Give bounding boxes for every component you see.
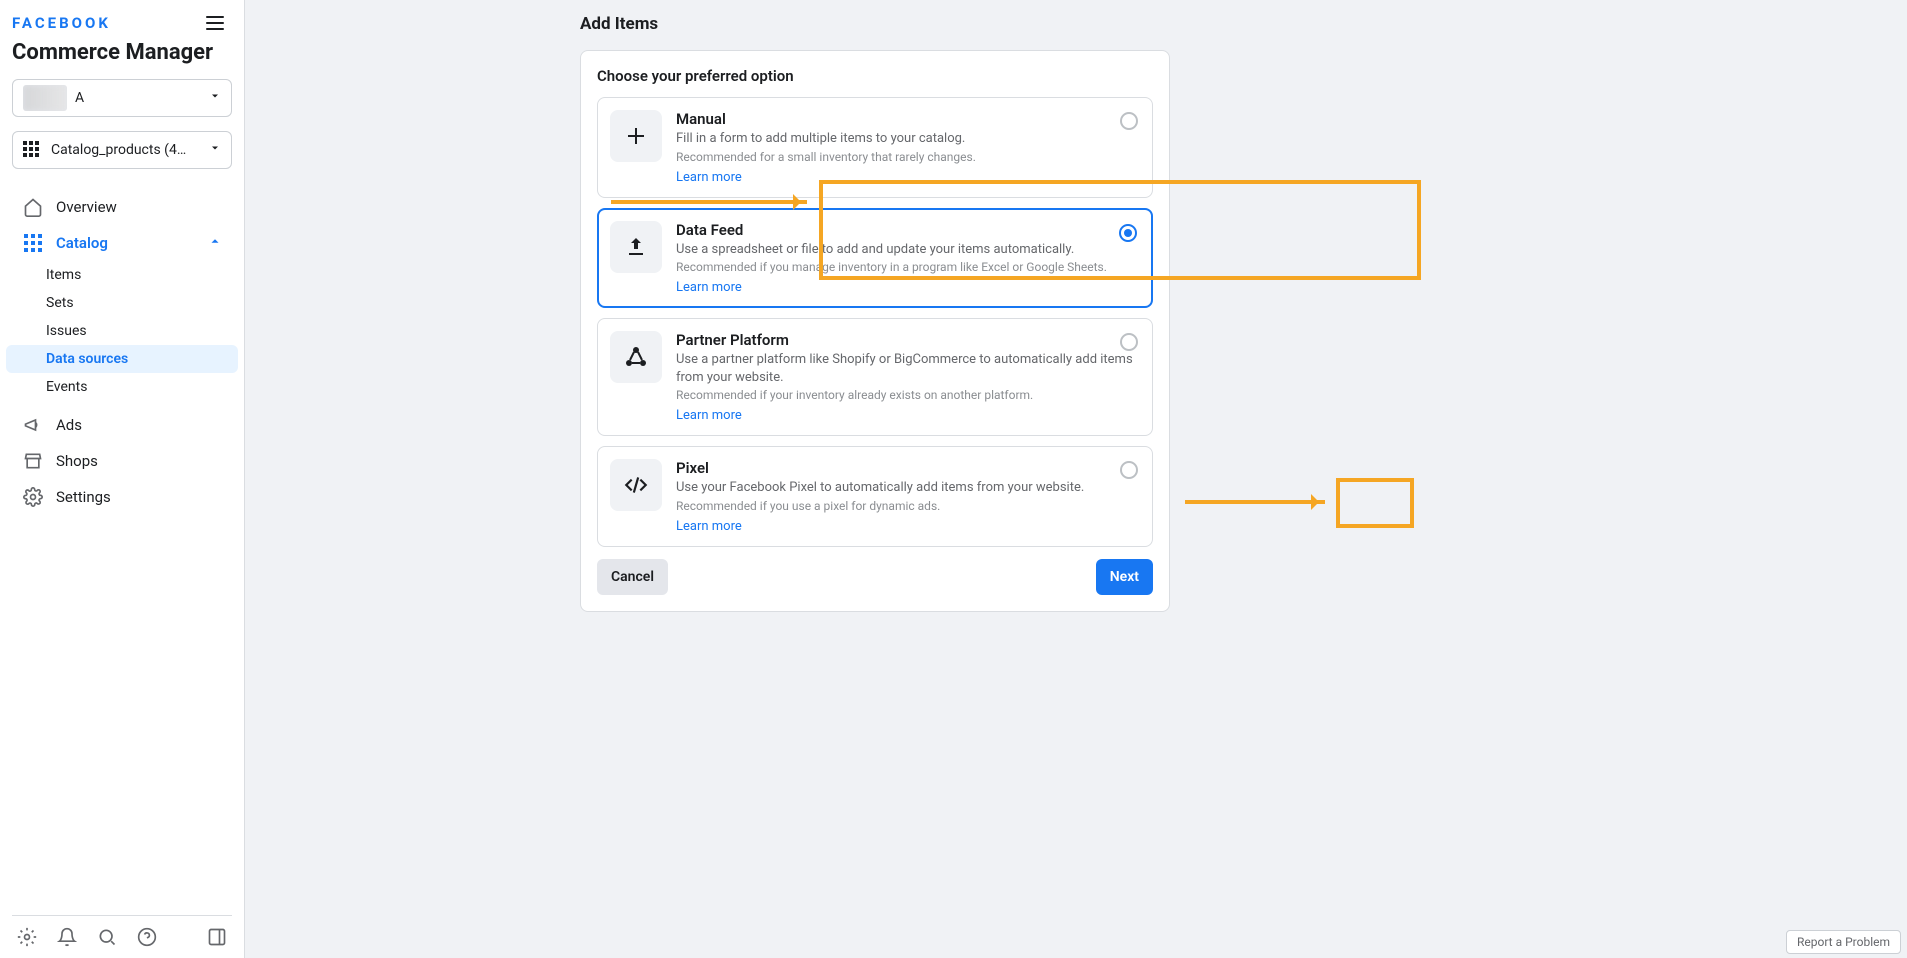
radio-button[interactable]	[1120, 112, 1138, 130]
nav-label: Catalog	[56, 234, 108, 252]
option-manual[interactable]: Manual Fill in a form to add multiple it…	[597, 97, 1153, 198]
account-thumb	[23, 85, 67, 111]
nav-label: Overview	[56, 198, 117, 216]
learn-more-link[interactable]: Learn more	[676, 519, 742, 534]
card-heading: Choose your preferred option	[597, 67, 1153, 85]
button-row: Cancel Next	[597, 559, 1153, 595]
home-icon	[22, 196, 44, 218]
nav-settings[interactable]: Settings	[6, 479, 238, 515]
account-selector[interactable]: A	[12, 79, 232, 117]
plus-icon	[610, 110, 662, 162]
radio-button[interactable]	[1119, 224, 1137, 242]
report-problem-button[interactable]: Report a Problem	[1786, 930, 1901, 954]
platform-icon	[610, 331, 662, 383]
option-rec: Recommended for a small inventory that r…	[676, 150, 1140, 164]
learn-more-link[interactable]: Learn more	[676, 408, 742, 423]
chevron-down-icon	[209, 142, 221, 158]
upload-icon	[610, 221, 662, 273]
menu-icon[interactable]	[202, 12, 228, 34]
option-rec: Recommended if your inventory already ex…	[676, 388, 1140, 402]
nav-label: Shops	[56, 452, 98, 470]
nav-label: Settings	[56, 488, 111, 506]
help-icon[interactable]	[136, 926, 158, 948]
option-desc: Use a spreadsheet or file to add and upd…	[676, 241, 1140, 259]
sidebar-nav: Overview Catalog Items Sets Issues Data …	[0, 183, 244, 915]
brand-label: FACEBOOK	[12, 14, 111, 32]
nav-shops[interactable]: Shops	[6, 443, 238, 479]
annotation-highlight-box	[1336, 478, 1414, 528]
catalog-label: Catalog_products (43461994...	[51, 142, 191, 158]
annotation-arrow	[611, 200, 807, 204]
option-rec: Recommended if you manage inventory in a…	[676, 260, 1140, 274]
megaphone-icon	[22, 414, 44, 436]
option-pixel[interactable]: Pixel Use your Facebook Pixel to automat…	[597, 446, 1153, 547]
option-desc: Use your Facebook Pixel to automatically…	[676, 479, 1140, 497]
chevron-up-icon	[208, 234, 222, 252]
grid-icon	[22, 232, 44, 254]
gear-icon[interactable]	[16, 926, 38, 948]
option-desc: Fill in a form to add multiple items to …	[676, 130, 1140, 148]
subnav-issues[interactable]: Issues	[6, 317, 238, 345]
option-rec: Recommended if you use a pixel for dynam…	[676, 499, 1140, 513]
content-title: Add Items	[580, 14, 1907, 34]
subnav-items[interactable]: Items	[6, 261, 238, 289]
search-icon[interactable]	[96, 926, 118, 948]
subnav-sets[interactable]: Sets	[6, 289, 238, 317]
catalog-selector[interactable]: Catalog_products (43461994...	[12, 131, 232, 169]
nav-ads[interactable]: Ads	[6, 407, 238, 443]
catalog-subnav: Items Sets Issues Data sources Events	[0, 261, 244, 401]
bell-icon[interactable]	[56, 926, 78, 948]
sidebar-footer	[12, 915, 232, 958]
nav-catalog[interactable]: Catalog	[6, 225, 238, 261]
gear-icon	[22, 486, 44, 508]
code-icon	[610, 459, 662, 511]
main-content: Add Items Choose your preferred option M…	[245, 0, 1907, 958]
option-partner-platform[interactable]: Partner Platform Use a partner platform …	[597, 318, 1153, 436]
cancel-button[interactable]: Cancel	[597, 559, 668, 595]
subnav-data-sources[interactable]: Data sources	[6, 345, 238, 373]
next-button[interactable]: Next	[1096, 559, 1153, 595]
panel-icon[interactable]	[206, 926, 228, 948]
radio-button[interactable]	[1120, 333, 1138, 351]
page-title: Commerce Manager	[12, 40, 228, 65]
grid-icon	[23, 141, 41, 159]
subnav-events[interactable]: Events	[6, 373, 238, 401]
sidebar: FACEBOOK Commerce Manager A Catalog_prod…	[0, 0, 245, 958]
option-title: Pixel	[676, 459, 1140, 477]
annotation-arrow	[1185, 500, 1325, 504]
option-desc: Use a partner platform like Shopify or B…	[676, 351, 1140, 386]
option-title: Partner Platform	[676, 331, 1140, 349]
learn-more-link[interactable]: Learn more	[676, 170, 742, 185]
nav-label: Ads	[56, 416, 82, 434]
nav-overview[interactable]: Overview	[6, 189, 238, 225]
shop-icon	[22, 450, 44, 472]
chevron-down-icon	[209, 90, 221, 106]
account-label: A	[75, 90, 84, 106]
option-title: Data Feed	[676, 221, 1140, 239]
option-title: Manual	[676, 110, 1140, 128]
option-data-feed[interactable]: Data Feed Use a spreadsheet or file to a…	[597, 208, 1153, 309]
learn-more-link[interactable]: Learn more	[676, 280, 742, 295]
sidebar-header: FACEBOOK Commerce Manager	[0, 0, 244, 65]
options-card: Choose your preferred option Manual Fill…	[580, 50, 1170, 612]
